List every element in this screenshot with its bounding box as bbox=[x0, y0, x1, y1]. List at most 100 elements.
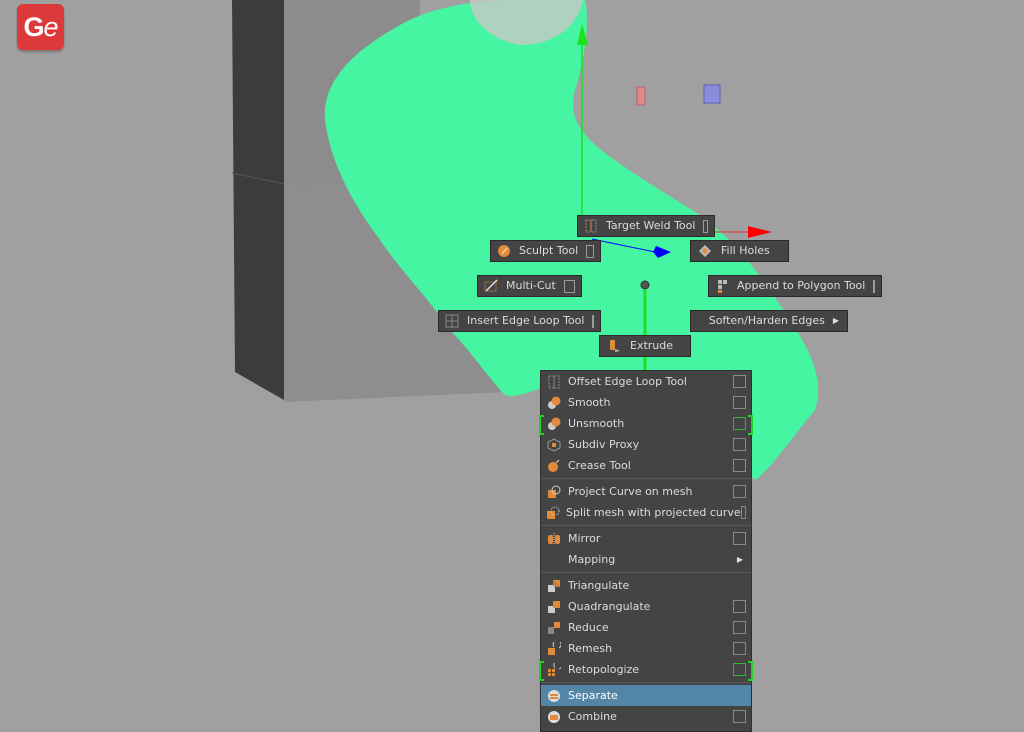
option-box[interactable] bbox=[563, 279, 575, 293]
label: Target Weld Tool bbox=[606, 219, 696, 232]
retopologize-icon bbox=[546, 662, 562, 678]
project-curve-icon bbox=[546, 484, 562, 500]
menu-item-project-curve-on-mesh[interactable]: Project Curve on mesh bbox=[541, 481, 751, 502]
logo-e: e bbox=[43, 12, 58, 42]
option-box[interactable] bbox=[733, 532, 746, 545]
3d-viewport[interactable] bbox=[0, 0, 1024, 720]
hotbox-bracket-right bbox=[748, 661, 753, 681]
target-weld-icon bbox=[584, 218, 598, 234]
sculpt-icon bbox=[497, 243, 511, 259]
combine-icon bbox=[546, 709, 562, 725]
x-axis-arrow-icon[interactable] bbox=[748, 226, 772, 238]
menu-item-mapping[interactable]: Mapping ▶ bbox=[541, 549, 751, 570]
option-box[interactable] bbox=[733, 710, 746, 723]
option-box[interactable] bbox=[733, 375, 746, 388]
menu-item-label: Retopologize bbox=[568, 663, 640, 676]
option-box[interactable] bbox=[703, 219, 708, 233]
marking-menu-multi-cut[interactable]: Multi-Cut bbox=[477, 275, 582, 297]
menu-item-label: Offset Edge Loop Tool bbox=[568, 375, 687, 388]
option-box[interactable] bbox=[592, 314, 595, 328]
menu-item-reduce[interactable]: Reduce bbox=[541, 617, 751, 638]
edit-mesh-dropdown-menu: Offset Edge Loop Tool Smooth Unsmooth Subdi… bbox=[539, 370, 753, 732]
option-box[interactable] bbox=[733, 485, 746, 498]
menu-item-retopologize[interactable]: Retopologize bbox=[539, 659, 753, 681]
marking-menu-extrude[interactable]: Extrude bbox=[599, 335, 691, 357]
menu-item-label: Smooth bbox=[568, 396, 611, 409]
hotbox-bracket-left bbox=[539, 661, 544, 681]
option-box[interactable] bbox=[586, 244, 594, 258]
marking-menu-sculpt-tool[interactable]: Sculpt Tool bbox=[490, 240, 601, 262]
hotbox-bracket-left bbox=[539, 415, 544, 435]
option-box[interactable] bbox=[733, 438, 746, 451]
option-box[interactable] bbox=[873, 279, 876, 293]
marking-menu-target-weld-tool[interactable]: Target Weld Tool bbox=[577, 215, 715, 237]
multi-cut-icon bbox=[484, 278, 498, 294]
blank-icon bbox=[546, 552, 562, 568]
menu-item-crease-tool[interactable]: Crease Tool bbox=[541, 455, 751, 476]
option-box[interactable] bbox=[733, 417, 746, 430]
option-box[interactable] bbox=[733, 663, 746, 676]
option-box[interactable] bbox=[733, 600, 746, 613]
x-light-marker bbox=[636, 86, 646, 106]
menu-item-label: Mirror bbox=[568, 532, 601, 545]
menu-item-offset-edge-loop-tool[interactable]: Offset Edge Loop Tool bbox=[541, 371, 751, 392]
marking-menu-fill-holes[interactable]: Fill Holes bbox=[690, 240, 789, 262]
menu-separator bbox=[541, 478, 751, 479]
menu-item-label: Combine bbox=[568, 710, 617, 723]
label: Append to Polygon Tool bbox=[737, 279, 866, 292]
menu-item-mirror[interactable]: Mirror bbox=[541, 528, 751, 549]
label: Extrude bbox=[630, 339, 674, 352]
submenu-arrow-icon: ▶ bbox=[832, 316, 839, 325]
label: Multi-Cut bbox=[506, 279, 556, 292]
menu-separator bbox=[541, 525, 751, 526]
menu-separator bbox=[541, 682, 751, 683]
triangulate-icon bbox=[546, 578, 562, 594]
menu-item-smooth[interactable]: Smooth bbox=[541, 392, 751, 413]
menu-item-label: Crease Tool bbox=[568, 459, 631, 472]
option-box[interactable] bbox=[740, 506, 746, 519]
marking-menu-soften-harden-edges[interactable]: Soften/Harden Edges ▶ bbox=[690, 310, 848, 332]
smooth-icon bbox=[546, 395, 562, 411]
menu-item-combine[interactable]: Combine bbox=[541, 706, 751, 727]
menu-item-quadrangulate[interactable]: Quadrangulate bbox=[541, 596, 751, 617]
box-object-dark-face bbox=[232, 0, 284, 400]
fill-holes-icon bbox=[697, 243, 713, 259]
menu-item-unsmooth[interactable]: Unsmooth bbox=[539, 413, 753, 435]
option-box[interactable] bbox=[733, 621, 746, 634]
logo-g: G bbox=[23, 12, 44, 42]
menu-item-label: Reduce bbox=[568, 621, 609, 634]
menu-item-label: Mapping bbox=[568, 553, 616, 566]
insert-edge-loop-icon bbox=[445, 313, 459, 329]
label: Sculpt Tool bbox=[519, 244, 579, 257]
menu-item-separate[interactable]: Separate bbox=[541, 685, 751, 706]
menu-item-subdiv-proxy[interactable]: Subdiv Proxy bbox=[541, 434, 751, 455]
label: Soften/Harden Edges bbox=[708, 314, 825, 327]
menu-separator bbox=[541, 572, 751, 573]
unsmooth-icon bbox=[546, 416, 562, 432]
gambody-logo: Ge bbox=[17, 4, 64, 50]
offset-edge-loop-icon bbox=[546, 374, 562, 390]
marking-menu-insert-edge-loop-tool[interactable]: Insert Edge Loop Tool bbox=[438, 310, 601, 332]
menu-item-label: Unsmooth bbox=[568, 417, 625, 430]
menu-item-remesh[interactable]: Remesh bbox=[541, 638, 751, 659]
crease-icon bbox=[546, 458, 562, 474]
menu-item-triangulate[interactable]: Triangulate bbox=[541, 575, 751, 596]
quadrangulate-icon bbox=[546, 599, 562, 615]
gesture-origin bbox=[640, 280, 650, 290]
option-box[interactable] bbox=[733, 642, 746, 655]
menu-item-label: Triangulate bbox=[568, 579, 630, 592]
submenu-arrow-icon: ▶ bbox=[736, 555, 743, 564]
marking-menu-append-to-polygon-tool[interactable]: Append to Polygon Tool bbox=[708, 275, 882, 297]
option-box[interactable] bbox=[733, 396, 746, 409]
subdiv-proxy-icon bbox=[546, 437, 562, 453]
menu-item-label: Quadrangulate bbox=[568, 600, 651, 613]
separate-icon bbox=[546, 688, 562, 704]
option-box[interactable] bbox=[733, 459, 746, 472]
viewport-scene bbox=[231, 0, 819, 688]
label: Insert Edge Loop Tool bbox=[467, 314, 585, 327]
label: Fill Holes bbox=[721, 244, 770, 257]
z-light-marker bbox=[703, 84, 721, 104]
menu-item-label: Subdiv Proxy bbox=[568, 438, 640, 451]
menu-item-split-mesh-with-projected-curve[interactable]: Split mesh with projected curve bbox=[541, 502, 751, 523]
append-polygon-icon bbox=[715, 278, 729, 294]
